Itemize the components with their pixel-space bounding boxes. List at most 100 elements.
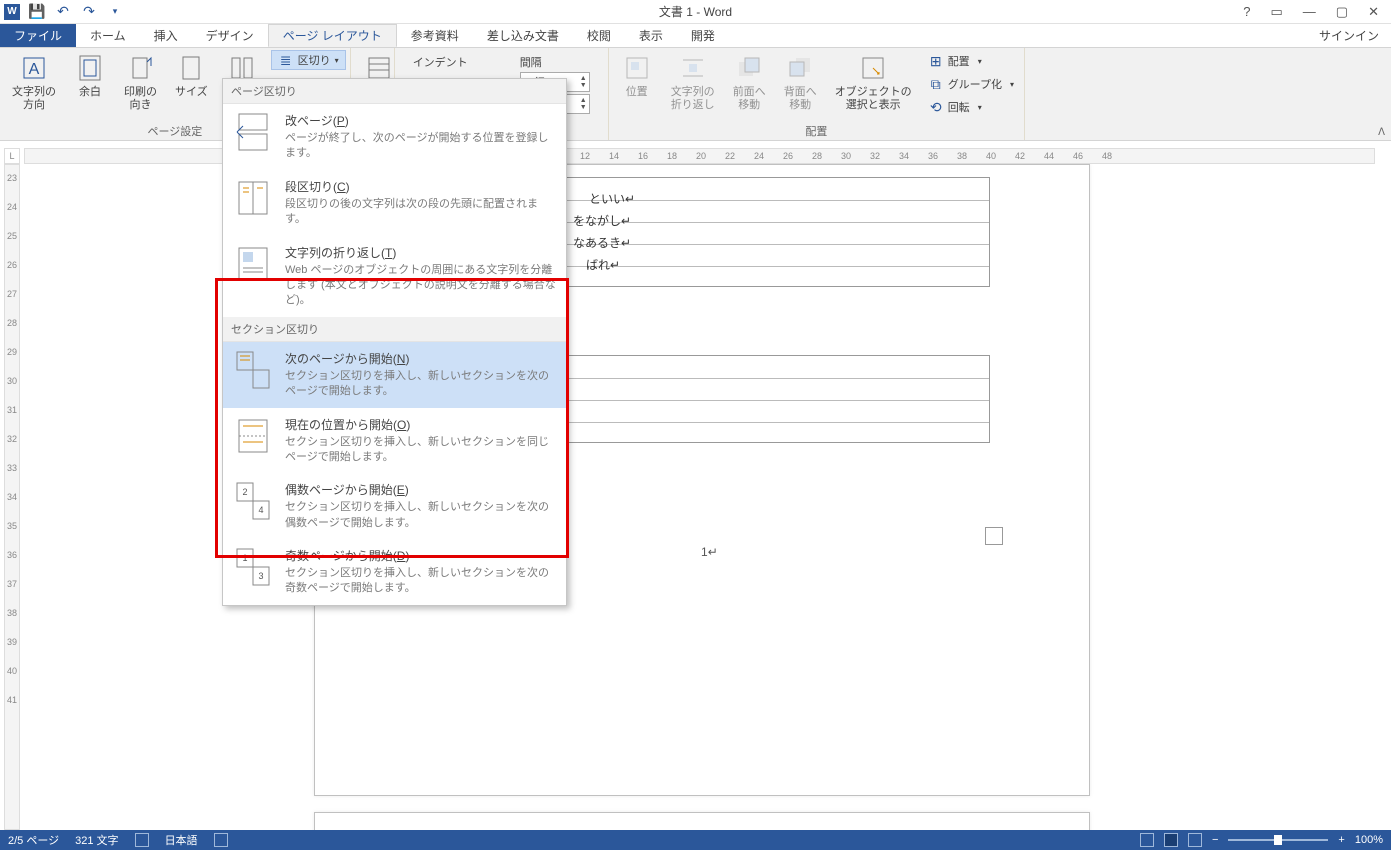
break-option-icon (233, 244, 273, 284)
bring-forward-icon (733, 52, 765, 84)
minimize-button[interactable]: — (1299, 4, 1320, 20)
position-button[interactable]: 位置 (613, 50, 661, 118)
break-option-next-page[interactable]: 次のページから開始(N)セクション区切りを挿入し、新しいセクションを次のページで… (223, 342, 566, 408)
quick-access-toolbar: W 💾 ↶ ↷ ▾ (0, 3, 124, 21)
align-button[interactable]: ⊞配置▾ (922, 50, 1020, 72)
break-option-desc: Web ページのオブジェクトの周囲にある文字列を分離します (本文とオブジェクト… (285, 263, 556, 309)
collapse-ribbon-button[interactable]: ᐱ (1378, 127, 1385, 138)
tab-file[interactable]: ファイル (0, 24, 76, 47)
undo-button[interactable]: ↶ (54, 3, 72, 21)
restore-button[interactable]: ▢ (1332, 4, 1352, 20)
zoom-in-button[interactable]: + (1338, 834, 1344, 846)
break-option-odd-page[interactable]: 13奇数ページから開始(D)セクション区切りを挿入し、新しいセクションを次の奇数… (223, 539, 566, 605)
svg-text:4: 4 (258, 505, 263, 515)
ruler-tick: 35 (5, 521, 19, 531)
send-backward-button[interactable]: 背面へ 移動 (776, 50, 825, 118)
ruler-tick: 36 (5, 550, 19, 560)
zoom-slider[interactable] (1228, 839, 1328, 841)
rotate-button[interactable]: ⟲回転▾ (922, 96, 1020, 118)
view-readmode-button[interactable] (1140, 833, 1154, 847)
selection-pane-button[interactable]: オブジェクトの 選択と表示 (827, 50, 920, 118)
rotate-icon: ⟲ (928, 99, 944, 115)
svg-text:2: 2 (242, 487, 247, 497)
break-option-continuous[interactable]: 現在の位置から開始(O)セクション区切りを挿入し、新しいセクションを同じページで… (223, 408, 566, 474)
ruler-tick: 32 (5, 434, 19, 444)
align-icon: ⊞ (928, 53, 944, 69)
tab-developer[interactable]: 開発 (677, 24, 729, 47)
break-option-desc: セクション区切りを挿入し、新しいセクションを同じページで開始します。 (285, 435, 556, 466)
tab-references[interactable]: 参考資料 (397, 24, 473, 47)
tab-design[interactable]: デザイン (192, 24, 268, 47)
wrap-text-button[interactable]: 文字列の 折り返し (663, 50, 723, 118)
ruler-tick: 33 (5, 463, 19, 473)
tab-mailings[interactable]: 差し込み文書 (473, 24, 573, 47)
ruler-tick: 36 (928, 149, 938, 163)
status-macro-icon[interactable] (214, 833, 228, 847)
tab-review[interactable]: 校閲 (573, 24, 625, 47)
ruler-tick: 24 (754, 149, 764, 163)
break-option-title: 段区切り(C) (285, 178, 556, 195)
zoom-out-button[interactable]: − (1212, 834, 1218, 846)
redo-button[interactable]: ↷ (80, 3, 98, 21)
qat-customize-icon[interactable]: ▾ (106, 3, 124, 21)
status-word-count[interactable]: 321 文字 (75, 832, 118, 848)
signin-link[interactable]: サインイン (1319, 24, 1391, 47)
status-language[interactable]: 日本語 (165, 832, 198, 848)
break-option-desc: セクション区切りを挿入し、新しいセクションを次の偶数ページで開始します。 (285, 500, 556, 531)
status-proofing-icon[interactable] (135, 833, 149, 847)
view-web-button[interactable] (1188, 833, 1202, 847)
break-option-title: 奇数ページから開始(D) (285, 547, 556, 564)
break-option-column[interactable]: 段区切り(C)段区切りの後の文字列は次の段の先頭に配置されます。 (223, 170, 566, 236)
ruler-tick: 39 (5, 637, 19, 647)
bring-forward-button[interactable]: 前面へ 移動 (725, 50, 774, 118)
view-print-button[interactable] (1164, 833, 1178, 847)
tab-home[interactable]: ホーム (76, 24, 140, 47)
ruler-tick: 37 (5, 579, 19, 589)
ruler-tick: 22 (725, 149, 735, 163)
zoom-level[interactable]: 100% (1355, 834, 1383, 846)
ruler-tick: 34 (899, 149, 909, 163)
break-option-page[interactable]: 改ページ(P) ページが終了し、次のページが開始する位置を登録します。 (223, 104, 566, 170)
ruler-tick: 41 (5, 695, 19, 705)
close-button[interactable]: ✕ (1364, 4, 1383, 20)
dropdown-header-section-breaks: セクション区切り (223, 317, 566, 342)
status-page[interactable]: 2/5 ページ (8, 832, 59, 848)
size-button[interactable]: サイズ (167, 50, 216, 118)
status-bar: 2/5 ページ 321 文字 日本語 − + 100% (0, 830, 1391, 850)
orientation-button[interactable]: 印刷の 向き (116, 50, 165, 118)
group-button[interactable]: ⧉グループ化▾ (922, 73, 1020, 95)
ruler-tick: 48 (1102, 149, 1112, 163)
ruler-tick: 40 (5, 666, 19, 676)
small-box (985, 527, 1003, 545)
ribbon-display-button[interactable]: ▭ (1267, 4, 1287, 20)
ruler-tick: 38 (5, 608, 19, 618)
ruler-tick: 40 (986, 149, 996, 163)
ruler-corner: L (4, 148, 20, 164)
ruler-tick: 12 (580, 149, 590, 163)
vertical-ruler[interactable]: 23242526272829303132333435363738394041 (4, 164, 20, 830)
break-option-icon (233, 350, 273, 390)
tab-insert[interactable]: 挿入 (140, 24, 192, 47)
break-option-desc: ページが終了し、次のページが開始する位置を登録します。 (285, 131, 556, 162)
breaks-icon: ≣ (278, 52, 294, 68)
ribbon: A 文字列の 方向 余白 印刷の 向き サイズ 段組み (0, 48, 1391, 141)
break-option-title: 改ページ(P) (285, 112, 556, 129)
doc-line-1: といい↵ (589, 190, 635, 207)
ruler-tick: 20 (696, 149, 706, 163)
margins-button[interactable]: 余白 (66, 50, 114, 118)
ruler-tick: 23 (5, 173, 19, 183)
position-icon (621, 52, 653, 84)
text-direction-button[interactable]: A 文字列の 方向 (4, 50, 64, 118)
help-button[interactable]: ? (1239, 4, 1254, 20)
break-option-text-wrapping[interactable]: 文字列の折り返し(T) Web ページのオブジェクトの周囲にある文字列を分離します… (223, 236, 566, 317)
save-button[interactable]: 💾 (28, 3, 46, 21)
ruler-tick: 44 (1044, 149, 1054, 163)
tab-view[interactable]: 表示 (625, 24, 677, 47)
ruler-tick: 32 (870, 149, 880, 163)
tab-page-layout[interactable]: ページ レイアウト (268, 24, 397, 47)
break-option-title: 文字列の折り返し(T) (285, 244, 556, 261)
breaks-button[interactable]: ≣ 区切り ▾ (271, 50, 346, 70)
breaks-dropdown: ページ区切り 改ページ(P)ページが終了し、次のページが開始する位置を登録します… (222, 78, 567, 606)
ruler-tick: 27 (5, 289, 19, 299)
break-option-even-page[interactable]: 24偶数ページから開始(E)セクション区切りを挿入し、新しいセクションを次の偶数… (223, 473, 566, 539)
